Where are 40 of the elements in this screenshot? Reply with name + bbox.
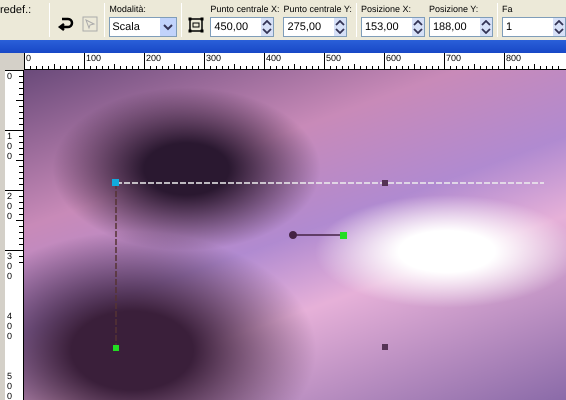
ruler-label: 600 (386, 53, 402, 63)
field-label: Fa (502, 3, 514, 15)
ruler-label: 400 (7, 312, 14, 342)
ruler-label: 300 (206, 53, 222, 63)
handle-icon[interactable] (382, 344, 388, 350)
mode-dropdown[interactable]: Scala (109, 17, 178, 37)
number-field[interactable]: 450,00 (210, 17, 274, 37)
spinner-arrows-icon[interactable] (334, 18, 346, 36)
frame-icon[interactable] (186, 15, 206, 35)
ruler-label: 700 (446, 53, 462, 63)
handle-icon[interactable] (113, 345, 119, 351)
spinner-arrows-icon[interactable] (480, 18, 492, 36)
ruler-label: 400 (266, 53, 282, 63)
spinner-arrows-icon[interactable] (412, 18, 424, 36)
spinner-arrows-icon[interactable] (261, 18, 274, 36)
caret-icon[interactable] (160, 18, 176, 36)
handle-icon[interactable] (382, 180, 388, 186)
preset-label: redef.: (0, 4, 32, 16)
rotation-handle-icon[interactable] (289, 231, 347, 239)
ruler-label: 200 (146, 53, 162, 63)
ruler-label: 300 (7, 252, 14, 282)
field-label: Posizione X: (360, 3, 412, 15)
ruler-label: 100 (86, 53, 102, 63)
ruler-label: 100 (7, 132, 14, 162)
number-field[interactable]: 275,00 (283, 17, 348, 37)
spinner-arrows-icon[interactable] (553, 18, 566, 36)
number-field[interactable]: 188,00 (428, 17, 493, 37)
number-field[interactable]: 153,00 (360, 17, 425, 37)
ruler-label: 800 (506, 53, 522, 63)
ruler-label: 0 (7, 72, 14, 82)
number-field[interactable]: 1 (502, 17, 566, 37)
ruler-label: 500 (326, 53, 342, 63)
mode-label: Modalità: (109, 3, 147, 15)
ruler-label: 500 (7, 372, 14, 400)
ruler-label: 0 (26, 53, 32, 63)
field-label: Posizione Y: (428, 3, 480, 15)
field-label: Punto centrale X: (210, 3, 280, 15)
field-label: Punto centrale Y: (283, 3, 352, 15)
ruler-label: 200 (7, 192, 14, 222)
handle-icon[interactable] (112, 179, 119, 186)
